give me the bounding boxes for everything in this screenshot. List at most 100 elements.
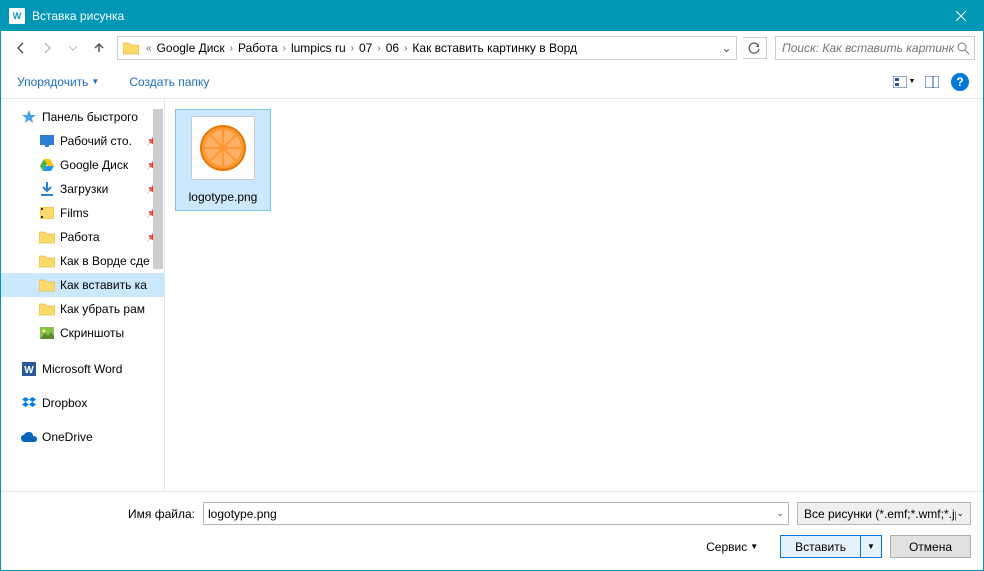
crumb-4[interactable]: 06 — [383, 41, 402, 55]
scrollbar-thumb[interactable] — [153, 109, 163, 269]
sidebar-label: Скриншоты — [60, 326, 124, 340]
sidebar-label: Microsoft Word — [42, 362, 122, 376]
sidebar-label: Как в Ворде сде — [60, 254, 150, 268]
crumb-5[interactable]: Как вставить картинку в Ворд — [409, 41, 580, 55]
sidebar-item-current[interactable]: Как вставить ка — [1, 273, 164, 297]
tools-label: Сервис — [706, 540, 747, 554]
sidebar-item-desktop[interactable]: Рабочий сто.📌 — [1, 129, 164, 153]
organize-label: Упорядочить — [17, 75, 88, 89]
folder-icon — [39, 301, 55, 317]
svg-text:W: W — [24, 365, 34, 376]
sidebar-label: Как убрать рам — [60, 302, 145, 316]
sidebar-item-onedrive[interactable]: OneDrive — [1, 425, 164, 449]
dropdown-icon: ▼ — [750, 542, 758, 551]
insert-dropdown[interactable]: ▼ — [861, 542, 881, 551]
sidebar-item-downloads[interactable]: Загрузки📌 — [1, 177, 164, 201]
folder-icon — [39, 277, 55, 293]
recent-dropdown[interactable] — [61, 36, 85, 60]
filename-value: logotype.png — [208, 507, 277, 521]
chevron-icon: › — [281, 43, 288, 54]
cancel-label: Отмена — [909, 540, 952, 554]
address-bar[interactable]: « Google Диск › Работа › lumpics ru › 07… — [117, 36, 737, 60]
bottom-panel: Имя файла: logotype.png ⌄ Все рисунки (*… — [1, 491, 983, 570]
desktop-icon — [39, 133, 55, 149]
quick-access[interactable]: Панель быстрого — [1, 105, 164, 129]
sidebar-label: Рабочий сто. — [60, 134, 132, 148]
sidebar-item-folder1[interactable]: Как в Ворде сде — [1, 249, 164, 273]
sidebar-item-work[interactable]: Работа📌 — [1, 225, 164, 249]
toolbar: Упорядочить ▼ Создать папку ▼ ? — [1, 65, 983, 99]
dropdown-icon: ▼ — [91, 77, 99, 86]
search-input[interactable] — [780, 40, 957, 56]
sidebar-item-screenshots[interactable]: Скриншоты — [1, 321, 164, 345]
refresh-button[interactable] — [743, 37, 767, 59]
crumb-0[interactable]: Google Диск — [154, 41, 228, 55]
sidebar: Панель быстрого Рабочий сто.📌 Google Дис… — [1, 99, 165, 491]
chevron-icon: › — [375, 43, 382, 54]
close-button[interactable] — [938, 1, 983, 31]
crumb-1[interactable]: Работа — [235, 41, 281, 55]
sidebar-item-gdrive[interactable]: Google Диск📌 — [1, 153, 164, 177]
video-icon — [39, 205, 55, 221]
dropdown-icon: ⌄ — [776, 508, 784, 519]
help-icon: ? — [951, 73, 969, 91]
cancel-button[interactable]: Отмена — [890, 535, 971, 558]
file-name: logotype.png — [189, 190, 258, 204]
dropdown-icon: ⌄ — [956, 508, 964, 519]
folder-icon — [121, 39, 141, 57]
help-button[interactable]: ? — [947, 71, 973, 93]
preview-pane-button[interactable] — [919, 71, 945, 93]
sidebar-label: Google Диск — [60, 158, 128, 172]
sidebar-label: Films — [60, 206, 89, 220]
star-icon — [21, 109, 37, 125]
new-folder-button[interactable]: Создать папку — [123, 71, 215, 93]
filter-text: Все рисунки (*.emf;*.wmf;*.jpg — [804, 507, 956, 521]
sidebar-item-folder3[interactable]: Как убрать рам — [1, 297, 164, 321]
word-icon: W — [21, 361, 37, 377]
up-button[interactable] — [87, 36, 111, 60]
insert-label: Вставить — [781, 536, 861, 557]
quick-access-label: Панель быстрого — [42, 110, 138, 124]
image-icon — [39, 325, 55, 341]
folder-icon — [39, 229, 55, 245]
breadcrumb: « Google Диск › Работа › lumpics ru › 07… — [144, 41, 716, 55]
sidebar-label: OneDrive — [42, 430, 93, 444]
chevron-icon: › — [228, 43, 235, 54]
sidebar-label: Работа — [60, 230, 100, 244]
insert-button[interactable]: Вставить ▼ — [780, 535, 882, 558]
sidebar-label: Как вставить ка — [60, 278, 147, 292]
organize-button[interactable]: Упорядочить ▼ — [11, 71, 105, 93]
folder-icon — [39, 253, 55, 269]
sidebar-item-dropbox[interactable]: Dropbox — [1, 391, 164, 415]
dialog-window: W Вставка рисунка « Google Диск › Работа… — [0, 0, 984, 571]
content: Панель быстрого Рабочий сто.📌 Google Дис… — [1, 99, 983, 491]
nav-row: « Google Диск › Работа › lumpics ru › 07… — [1, 31, 983, 65]
filename-label: Имя файла: — [13, 507, 203, 521]
file-item-selected[interactable]: logotype.png — [175, 109, 271, 211]
sidebar-item-word[interactable]: W Microsoft Word — [1, 357, 164, 381]
search-icon — [957, 42, 970, 55]
crumb-3[interactable]: 07 — [356, 41, 375, 55]
downloads-icon — [39, 181, 55, 197]
filename-combo[interactable]: logotype.png ⌄ — [203, 502, 789, 525]
sidebar-item-films[interactable]: Films📌 — [1, 201, 164, 225]
onedrive-icon — [21, 429, 37, 445]
tools-button[interactable]: Сервис ▼ — [706, 540, 758, 554]
search-box[interactable] — [775, 36, 975, 60]
titlebar: W Вставка рисунка — [1, 1, 983, 31]
crumb-2[interactable]: lumpics ru — [288, 41, 349, 55]
dropbox-icon — [21, 395, 37, 411]
word-app-icon: W — [9, 8, 25, 24]
back-button[interactable] — [9, 36, 33, 60]
address-dropdown[interactable]: ⌄ — [716, 41, 736, 55]
filter-combo[interactable]: Все рисунки (*.emf;*.wmf;*.jpg ⌄ — [797, 502, 971, 525]
chevron-icon: › — [402, 43, 409, 54]
chevron-icon: « — [144, 43, 154, 54]
view-mode-button[interactable]: ▼ — [891, 71, 917, 93]
chevron-icon: › — [349, 43, 356, 54]
file-thumbnail — [191, 116, 255, 180]
gdrive-icon — [39, 157, 55, 173]
new-folder-label: Создать папку — [129, 75, 209, 89]
file-area[interactable]: logotype.png — [165, 99, 983, 491]
forward-button[interactable] — [35, 36, 59, 60]
